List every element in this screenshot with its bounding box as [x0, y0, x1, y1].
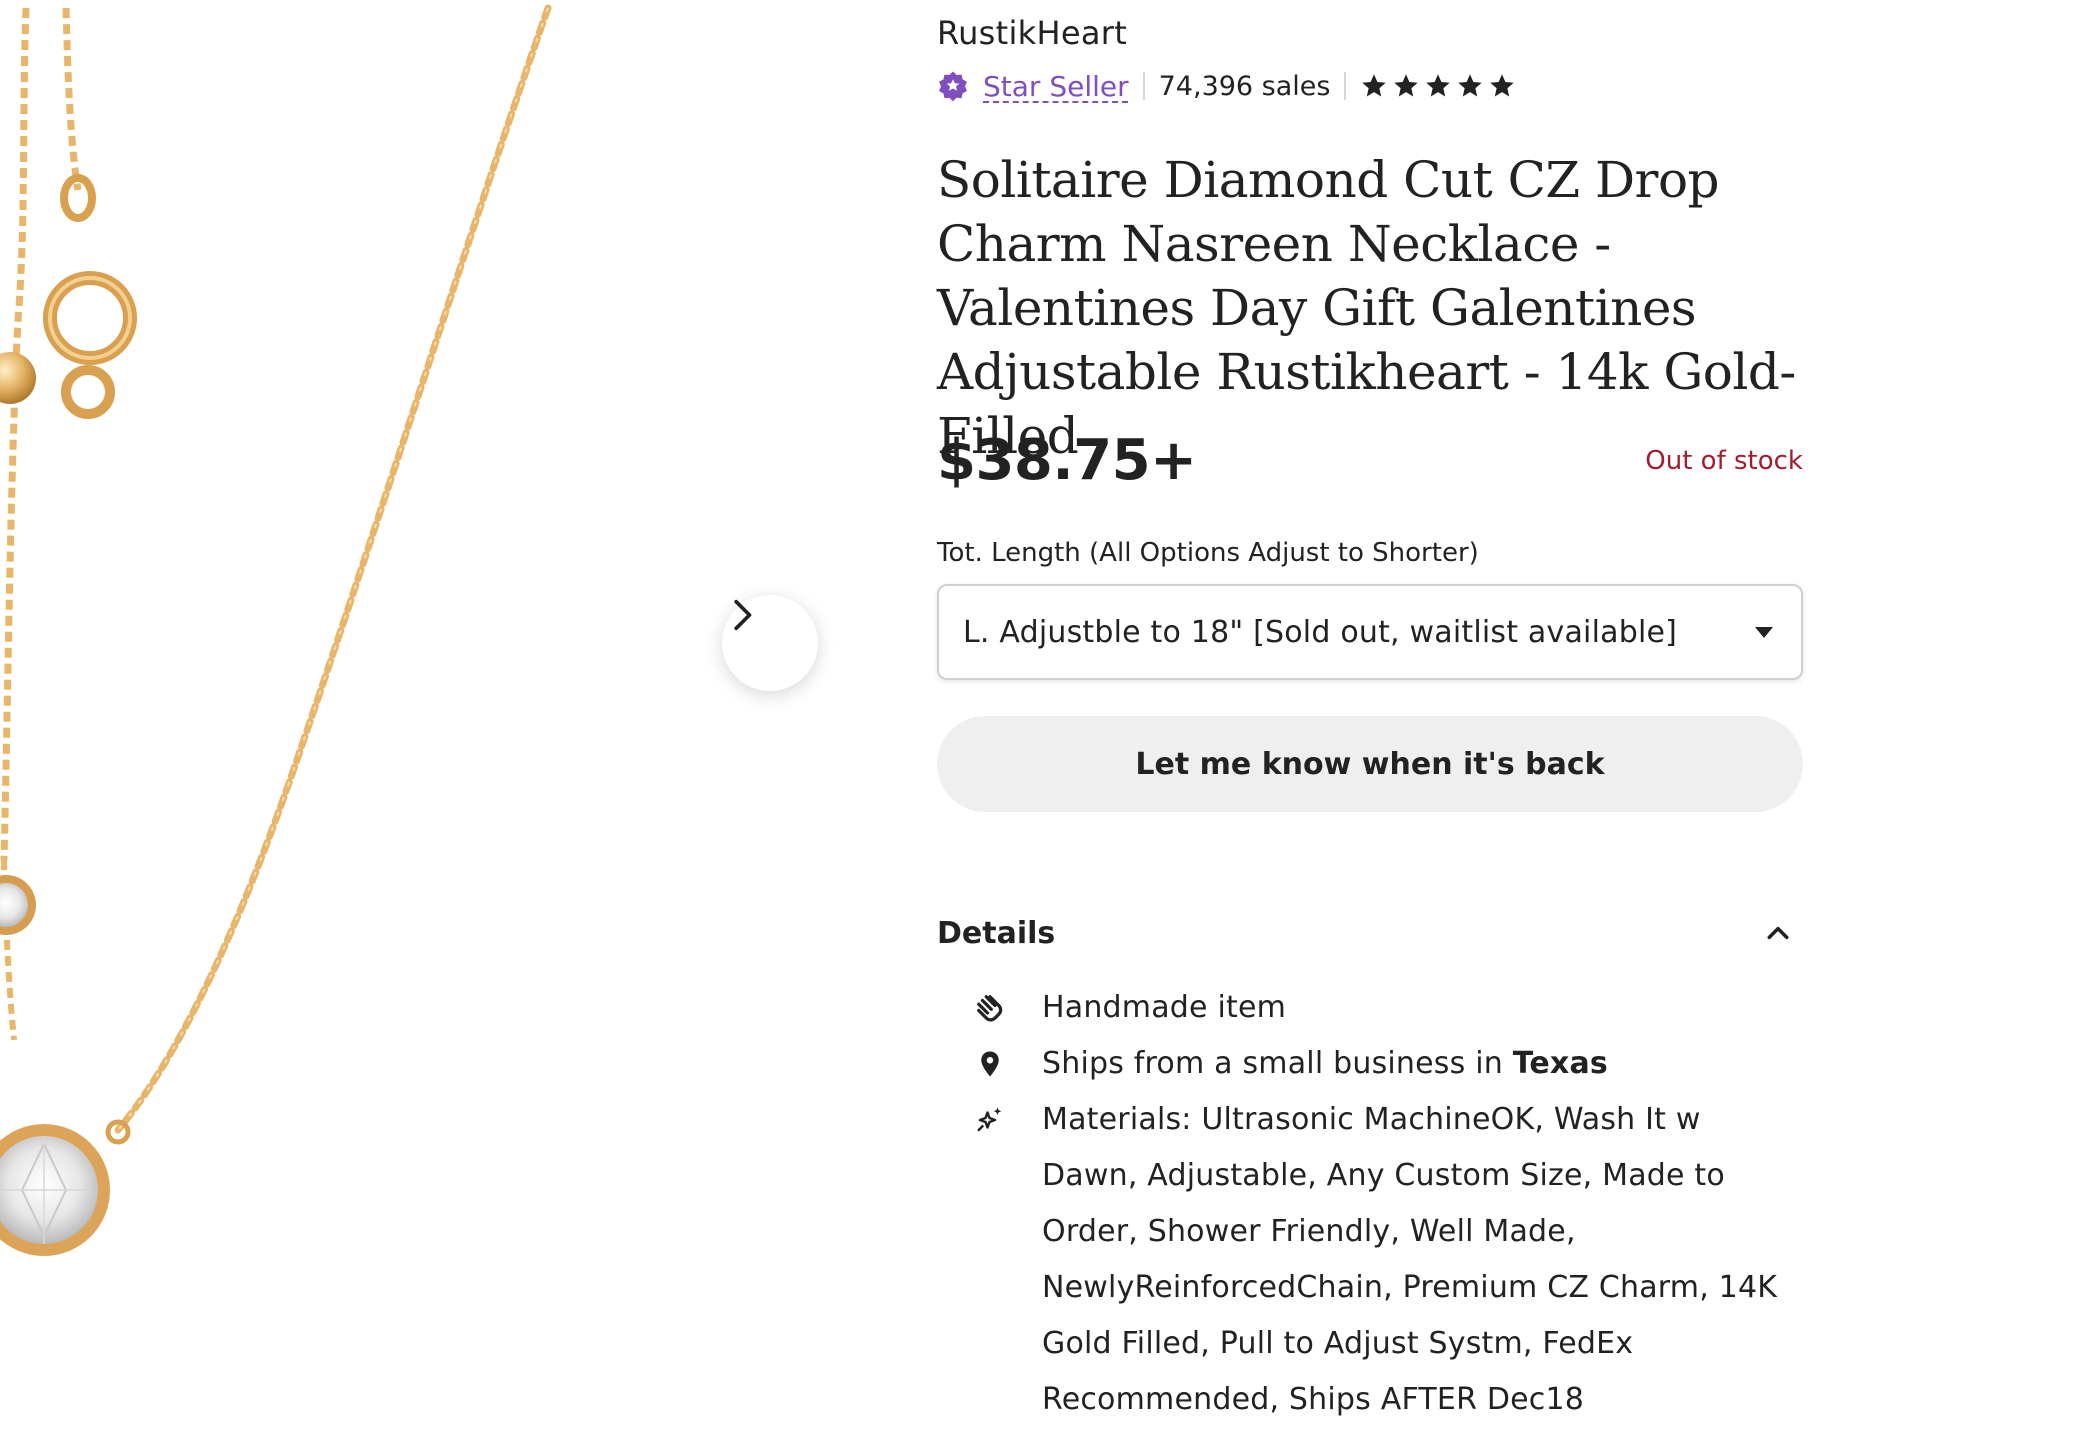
sales-count: 74,396 sales	[1158, 70, 1331, 102]
detail-ships-from-text: Ships from a small business in Texas	[1042, 1036, 1805, 1092]
seller-row: Star Seller 74,396 sales	[937, 66, 1516, 106]
chevron-right-icon	[734, 599, 752, 631]
next-image-button[interactable]	[722, 595, 818, 691]
star-seller-link[interactable]: Star Seller	[983, 70, 1129, 103]
ships-from-location: Texas	[1512, 1046, 1608, 1081]
divider	[1142, 72, 1145, 100]
price: $38.75+	[937, 428, 1197, 493]
details-toggle[interactable]: Details	[937, 908, 1803, 958]
hand-icon	[977, 995, 1003, 1022]
star-icon	[1490, 74, 1515, 97]
detail-handmade: Handmade item	[975, 980, 1805, 1036]
stock-status: Out of stock	[1645, 446, 1803, 476]
detail-handmade-text: Handmade item	[1042, 990, 1287, 1025]
sparkle-icon	[977, 1107, 1002, 1132]
product-image[interactable]	[0, 0, 880, 1436]
notify-when-back-button[interactable]: Let me know when it's back	[937, 716, 1803, 812]
star-icon	[1394, 74, 1419, 97]
caret-down-icon	[1755, 626, 1773, 638]
length-select[interactable]: L. Adjustble to 18" [Sold out, waitlist …	[937, 584, 1803, 680]
necklace-image	[0, 4, 552, 1256]
chevron-up-icon	[1767, 926, 1789, 940]
detail-ships-from: Ships from a small business in Texas	[975, 1036, 1805, 1092]
ships-from-prefix: Ships from a small business in	[1042, 1046, 1513, 1081]
shop-name-link[interactable]: RustikHeart	[937, 14, 1127, 52]
variant-label: Tot. Length (All Options Adjust to Short…	[937, 538, 1479, 568]
star-icon	[1458, 74, 1483, 97]
location-pin-icon	[981, 1051, 999, 1077]
star-seller-badge-icon	[939, 71, 967, 102]
detail-materials: Materials: Ultrasonic MachineOK, Wash It…	[975, 1092, 1805, 1428]
detail-materials-text: Materials: Ultrasonic MachineOK, Wash It…	[1042, 1102, 1778, 1417]
rating-stars[interactable]	[1360, 72, 1516, 100]
listing-title: Solitaire Diamond Cut CZ Drop Charm Nasr…	[937, 151, 1796, 465]
star-icon	[1362, 74, 1387, 97]
star-icon	[1426, 74, 1451, 97]
details-heading: Details	[937, 915, 1056, 951]
divider	[1344, 72, 1347, 100]
length-select-value: L. Adjustble to 18" [Sold out, waitlist …	[963, 614, 1678, 650]
details-list: Handmade item Ships from a small busines…	[975, 980, 1805, 1428]
